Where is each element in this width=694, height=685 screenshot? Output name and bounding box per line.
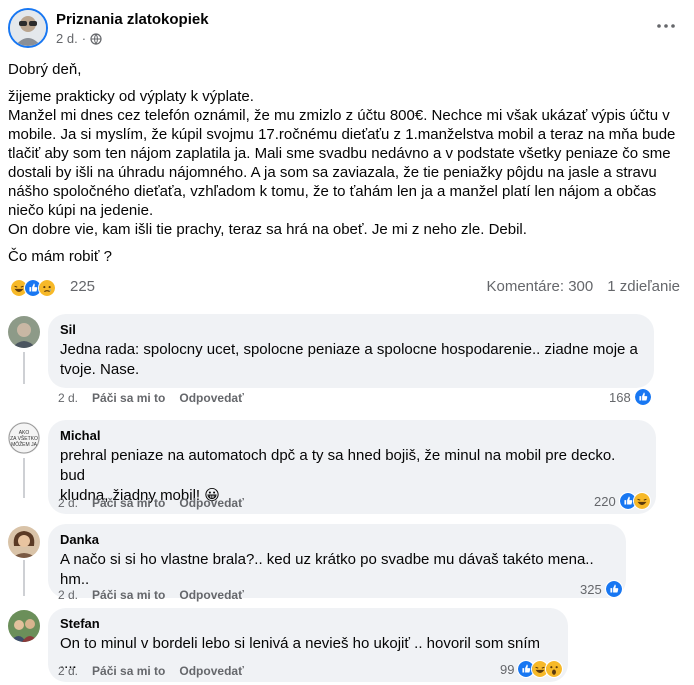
like-button[interactable]: Páči sa mi to [92,391,165,405]
like-button[interactable]: Páči sa mi to [92,664,165,678]
shares-count[interactable]: 1 zdieľanie [607,278,680,295]
comment-reactions[interactable]: 99 [500,660,564,678]
comment-reactions[interactable]: 168 [609,388,652,406]
like-reaction-icon [604,580,623,598]
comment-actions: 2 d. Páči sa mi to Odpovedať [58,664,244,678]
avatar[interactable] [8,526,40,558]
comment-actions: 2 d. Páči sa mi to Odpovedať [58,391,244,405]
comment-reactions[interactable]: 325 [580,580,623,598]
post-time[interactable]: 2 d. [56,31,78,46]
globe-icon [90,32,102,45]
comment-time[interactable]: 2 d. [58,664,78,678]
avatar-image [8,610,40,642]
comment-reactions[interactable]: 220 [594,492,651,510]
avatar-image [8,316,40,348]
comment-time[interactable]: 2 d. [58,496,78,510]
comment-actions: 2 d. Páči sa mi to Odpovedať [58,588,244,602]
reply-button[interactable]: Odpovedať [179,664,243,678]
post-greeting: Dobrý deň, [8,61,82,78]
like-reaction-icon [633,388,652,406]
avatar-image [8,526,40,558]
thread-line [23,560,25,596]
comment-author[interactable]: Michal [60,428,644,444]
comment-like-count: 168 [609,389,631,405]
comment-text: A načo si si ho vlastne brala?.. ked uz … [60,551,594,588]
more-dots-icon [657,24,675,28]
avatar[interactable] [8,610,40,642]
like-button[interactable]: Páči sa mi to [92,588,165,602]
reply-button[interactable]: Odpovedať [179,496,243,510]
dot-separator: · [81,31,87,46]
post-stats: Komentáre: 300 1 zdieľanie [486,278,680,295]
haha-reaction-icon [632,492,651,510]
comment-text: Jedna rada: spolocny ucet, spolocne peni… [60,341,638,378]
comment-like-count: 325 [580,581,602,597]
comment-like-count: 99 [500,661,515,677]
post-question: Čo mám robiť ? [8,248,112,265]
avatar[interactable]: AKO ZA VŠETKO MÔŽEM JA [8,422,40,454]
like-button[interactable]: Páči sa mi to [92,496,165,510]
thread-line [23,458,25,498]
comment-author[interactable]: Danka [60,532,614,548]
sad-reaction-icon [38,279,56,297]
comment-bubble: Sil Jedna rada: spolocny ucet, spolocne … [48,314,654,388]
avatar-image: AKO ZA VŠETKO MÔŽEM JA [8,422,40,454]
comments-count[interactable]: Komentáre: 300 [486,278,593,295]
more-options-button[interactable] [654,16,678,36]
wow-reaction-icon [545,660,564,678]
comment-author[interactable]: Stefan [60,616,556,632]
reactions-summary: 225 Komentáre: 300 1 zdieľanie [8,278,688,298]
comment-bubble: Danka A načo si si ho vlastne brala?.. k… [48,524,626,598]
comment-like-count: 220 [594,493,616,509]
post-body: Dobrý deň, žijeme prakticky od výplaty k… [8,60,688,266]
comment-time[interactable]: 2 d. [58,588,78,602]
page-name[interactable]: Priznania zlatokopiek [56,11,209,28]
comment-time[interactable]: 2 d. [58,391,78,405]
post-meta: 2 d. · [56,31,102,46]
svg-text:MÔŽEM JA: MÔŽEM JA [11,440,37,448]
post-text: žijeme prakticky od výplaty k výplate. M… [8,88,676,238]
reaction-icons[interactable] [10,279,56,297]
svg-text:ZA VŠETKO: ZA VŠETKO [10,435,38,442]
comment-actions: 2 d. Páči sa mi to Odpovedať [58,496,244,510]
comment-author[interactable]: Sil [60,322,642,338]
page-avatar[interactable] [8,8,48,48]
post-header: Priznania zlatokopiek 2 d. · [8,8,688,52]
reaction-count[interactable]: 225 [70,278,95,295]
avatar[interactable] [8,316,40,348]
reply-button[interactable]: Odpovedať [179,588,243,602]
thread-line [23,352,25,384]
reply-button[interactable]: Odpovedať [179,391,243,405]
avatar-image [10,10,46,46]
